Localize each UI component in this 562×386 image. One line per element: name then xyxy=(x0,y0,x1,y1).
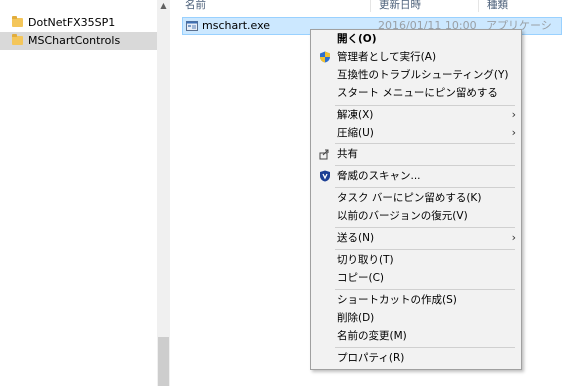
uac-shield-icon xyxy=(320,51,330,63)
menu-item-label: タスク バーにピン留めする(K) xyxy=(337,192,482,204)
menu-item-extract[interactable]: 解凍(X) › xyxy=(312,106,520,124)
menu-item-label: 送る(N) xyxy=(337,232,375,244)
nav-folder-mschartcontrols[interactable]: MSChartControls xyxy=(0,32,157,50)
chevron-right-icon: › xyxy=(511,108,516,121)
menu-item-properties[interactable]: プロパティ(R) xyxy=(312,349,520,367)
folder-icon xyxy=(12,16,23,27)
menu-item-label: 削除(D) xyxy=(337,312,375,324)
nav-scrollbar[interactable]: ▲ xyxy=(157,0,170,386)
column-header-date[interactable]: 更新日時 xyxy=(379,0,421,12)
menu-item-compress[interactable]: 圧縮(U) › xyxy=(312,124,520,142)
menu-item-label: 互換性のトラブルシューティング(Y) xyxy=(337,69,509,81)
menu-item-label: 解凍(X) xyxy=(337,109,374,121)
column-header-type[interactable]: 種類 xyxy=(487,0,508,12)
menu-item-label: 名前の変更(M) xyxy=(337,330,407,342)
menu-item-label: 管理者として実行(A) xyxy=(337,51,437,63)
menu-item-cut[interactable]: 切り取り(T) xyxy=(312,251,520,269)
menu-item-pin-to-start[interactable]: スタート メニューにピン留めする xyxy=(312,84,520,102)
menu-item-label: ショートカットの作成(S) xyxy=(337,294,457,306)
menu-item-share[interactable]: 共有 xyxy=(312,145,520,163)
column-divider[interactable] xyxy=(370,0,371,12)
chevron-right-icon: › xyxy=(511,126,516,139)
menu-separator xyxy=(335,187,515,188)
menu-item-troubleshoot-compatibility[interactable]: 互換性のトラブルシューティング(Y) xyxy=(312,66,520,84)
menu-separator xyxy=(335,249,515,250)
menu-separator xyxy=(335,143,515,144)
folder-icon xyxy=(12,34,23,45)
chevron-right-icon: › xyxy=(511,231,516,244)
menu-item-create-shortcut[interactable]: ショートカットの作成(S) xyxy=(312,291,520,309)
menu-separator xyxy=(335,227,515,228)
menu-separator xyxy=(335,289,515,290)
scroll-thumb[interactable] xyxy=(158,337,169,386)
menu-item-rename[interactable]: 名前の変更(M) xyxy=(312,327,520,345)
nav-folder-dotnetfx35sp1[interactable]: DotNetFX35SP1 xyxy=(0,14,157,32)
menu-item-label: 以前のバージョンの復元(V) xyxy=(337,210,468,222)
menu-separator xyxy=(335,165,515,166)
menu-item-label: 開く(O) xyxy=(337,33,377,45)
menu-item-label: 切り取り(T) xyxy=(337,254,394,266)
menu-item-label: 脅威のスキャン... xyxy=(337,170,421,182)
menu-item-scan-threats[interactable]: 脅威のスキャン... xyxy=(312,167,520,185)
menu-item-label: スタート メニューにピン留めする xyxy=(337,87,498,99)
context-menu: 開く(O) 管理者として実行(A) 互換性のトラブルシューティング(Y) スター… xyxy=(310,29,522,370)
menu-item-open[interactable]: 開く(O) xyxy=(312,30,520,48)
menu-item-copy[interactable]: コピー(C) xyxy=(312,269,520,287)
menu-separator xyxy=(335,347,515,348)
navigation-pane: DotNetFX35SP1 MSChartControls xyxy=(0,0,157,386)
menu-item-label: 圧縮(U) xyxy=(337,127,374,139)
menu-item-label: コピー(C) xyxy=(337,272,385,284)
menu-item-delete[interactable]: 削除(D) xyxy=(312,309,520,327)
menu-item-label: 共有 xyxy=(337,148,358,160)
menu-item-pin-to-taskbar[interactable]: タスク バーにピン留めする(K) xyxy=(312,189,520,207)
menu-item-restore-previous-versions[interactable]: 以前のバージョンの復元(V) xyxy=(312,207,520,225)
nav-folder-label: DotNetFX35SP1 xyxy=(28,16,116,29)
menu-item-label: プロパティ(R) xyxy=(337,352,405,364)
nav-folder-label: MSChartControls xyxy=(28,34,121,47)
share-icon xyxy=(319,149,329,160)
column-divider[interactable] xyxy=(478,0,479,12)
file-name: mschart.exe xyxy=(202,19,271,32)
exe-file-icon xyxy=(186,21,198,31)
scroll-up-arrow-icon[interactable]: ▲ xyxy=(157,0,170,12)
menu-item-run-as-admin[interactable]: 管理者として実行(A) xyxy=(312,48,520,66)
menu-item-send-to[interactable]: 送る(N) › xyxy=(312,229,520,247)
defender-shield-icon xyxy=(320,170,330,182)
column-header-name[interactable]: 名前 xyxy=(185,0,206,12)
